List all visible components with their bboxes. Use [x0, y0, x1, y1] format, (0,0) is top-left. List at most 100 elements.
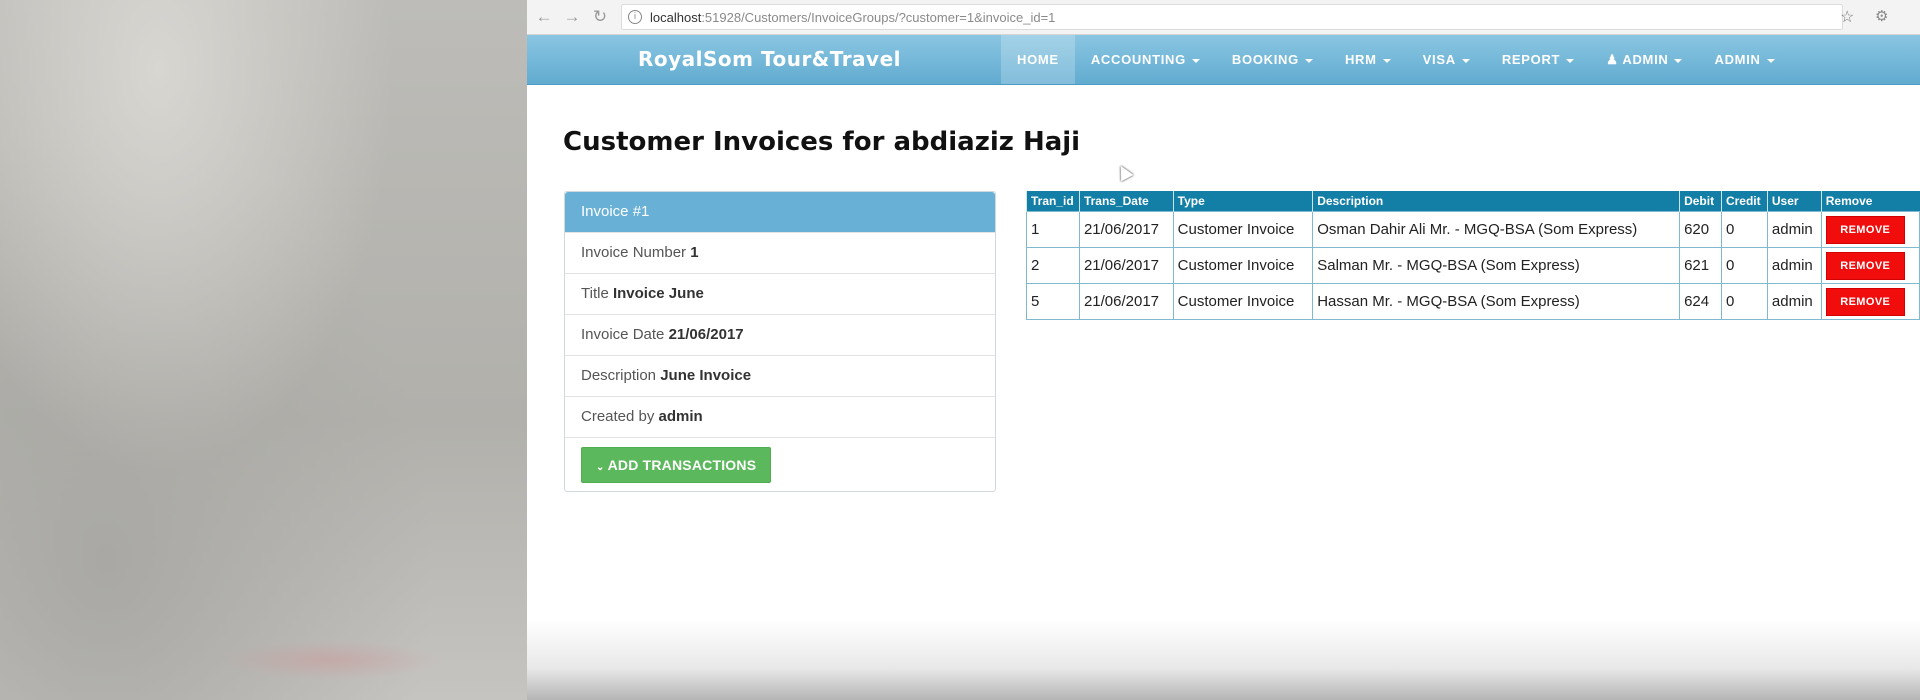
cell-user: admin — [1766, 247, 1822, 284]
nav-label: REPORT — [1501, 52, 1561, 67]
nav-item-admin-user[interactable]: ♟ ADMIN — [1590, 35, 1698, 84]
caret-down-icon — [1304, 58, 1313, 63]
page-title: Customer Invoices for abdiaziz Haji — [563, 127, 1081, 157]
user-icon: ♟ — [1606, 52, 1623, 67]
desktop-background — [0, 0, 527, 700]
cell-credit: 0 — [1720, 211, 1768, 248]
cell-credit: 0 — [1720, 283, 1768, 320]
invoice-panel: Invoice #1 Invoice Number 1 Title Invoic… — [564, 191, 996, 492]
nav-item-visa[interactable]: VISA — [1407, 35, 1486, 84]
brand-logo[interactable]: RoyalSom Tour&Travel — [638, 35, 901, 84]
col-header-trans-date[interactable]: Trans_Date — [1078, 191, 1174, 212]
extension-icon[interactable]: ⚙ — [1875, 7, 1888, 25]
cell-type: Customer Invoice — [1172, 283, 1314, 320]
cell-remove: REMOVE — [1820, 283, 1920, 320]
nav-menu: HOME ACCOUNTING BOOKING HRM VISA REPORT … — [1001, 35, 1791, 84]
row-label: Description — [581, 367, 657, 384]
nav-item-hrm[interactable]: HRM — [1329, 35, 1407, 84]
invoice-number-row: Invoice Number 1 — [565, 232, 995, 273]
cell-date: 21/06/2017 — [1078, 247, 1174, 284]
bookmark-star-icon[interactable]: ☆ — [1840, 7, 1854, 27]
forward-arrow-icon[interactable]: → — [561, 6, 583, 28]
row-label: Title — [581, 285, 609, 302]
chevron-down-icon: ⌄ — [596, 462, 605, 473]
col-header-tran-id[interactable]: Tran_id — [1026, 191, 1080, 212]
back-arrow-icon[interactable]: ← — [533, 6, 555, 28]
remove-button[interactable]: REMOVE — [1825, 251, 1905, 280]
reload-icon[interactable]: ↻ — [589, 6, 611, 28]
cell-date: 21/06/2017 — [1078, 283, 1174, 320]
invoice-created-by-row: Created by admin — [565, 396, 995, 437]
row-value: 21/06/2017 — [668, 326, 744, 343]
cell-user: admin — [1766, 283, 1822, 320]
nav-item-home[interactable]: HOME — [1001, 35, 1075, 84]
row-label: Created by — [581, 408, 655, 425]
cell-debit: 624 — [1679, 283, 1722, 320]
cell-debit: 620 — [1679, 211, 1722, 248]
remove-button[interactable]: REMOVE — [1825, 215, 1905, 244]
table-header-row: Tran_id Trans_Date Type Description Debi… — [1026, 191, 1920, 212]
table-row: 5 21/06/2017 Customer Invoice Hassan Mr.… — [1026, 283, 1920, 320]
cell-credit: 0 — [1720, 247, 1768, 284]
row-value: 1 — [690, 244, 699, 261]
col-header-credit[interactable]: Credit — [1720, 191, 1768, 212]
url-path: :51928/Customers/InvoiceGroups/?customer… — [701, 9, 1056, 25]
nav-label: ADMIN — [1622, 52, 1669, 67]
top-navbar: RoyalSom Tour&Travel HOME ACCOUNTING BOO… — [527, 35, 1920, 85]
nav-item-admin[interactable]: ADMIN — [1698, 35, 1790, 84]
invoice-panel-footer: ⌄ ADD TRANSACTIONS — [565, 437, 995, 491]
invoice-panel-heading: Invoice #1 — [565, 192, 995, 232]
cell-description: Hassan Mr. - MGQ-BSA (Som Express) — [1312, 283, 1681, 320]
add-transactions-label: ADD TRANSACTIONS — [607, 457, 757, 473]
cell-type: Customer Invoice — [1172, 247, 1314, 284]
transactions-table: Tran_id Trans_Date Type Description Debi… — [1026, 191, 1920, 320]
col-header-remove: Remove — [1820, 191, 1920, 212]
table-row: 1 21/06/2017 Customer Invoice Osman Dahi… — [1026, 211, 1920, 248]
cell-user: admin — [1766, 211, 1822, 248]
col-header-type[interactable]: Type — [1172, 191, 1313, 212]
remove-button[interactable]: REMOVE — [1825, 287, 1905, 316]
cell-tran-id: 2 — [1026, 247, 1080, 284]
cell-remove: REMOVE — [1820, 247, 1920, 284]
col-header-user[interactable]: User — [1766, 191, 1822, 212]
row-value: admin — [658, 408, 703, 425]
cell-date: 21/06/2017 — [1078, 211, 1174, 248]
row-label: Invoice Number — [581, 244, 687, 261]
nav-label: ADMIN — [1714, 52, 1761, 67]
nav-item-accounting[interactable]: ACCOUNTING — [1075, 35, 1216, 84]
url-input[interactable]: i localhost:51928/Customers/InvoiceGroup… — [621, 4, 1843, 30]
browser-window: ← → ↻ i localhost:51928/Customers/Invoic… — [527, 0, 1920, 700]
invoice-description-row: Description June Invoice — [565, 355, 995, 396]
invoice-title-row: Title Invoice June — [565, 273, 995, 314]
address-bar: ← → ↻ i localhost:51928/Customers/Invoic… — [527, 0, 1920, 35]
cell-type: Customer Invoice — [1172, 211, 1314, 248]
nav-item-booking[interactable]: BOOKING — [1216, 35, 1329, 84]
bottom-blur-overlay — [527, 620, 1920, 700]
cell-remove: REMOVE — [1820, 211, 1920, 248]
caret-down-icon — [1766, 58, 1775, 63]
nav-label: HOME — [1017, 52, 1059, 67]
invoice-date-row: Invoice Date 21/06/2017 — [565, 314, 995, 355]
nav-label: HRM — [1344, 52, 1377, 67]
caret-down-icon — [1674, 58, 1683, 63]
cell-description: Osman Dahir Ali Mr. - MGQ-BSA (Som Expre… — [1312, 211, 1681, 248]
cell-tran-id: 5 — [1026, 283, 1080, 320]
cell-tran-id: 1 — [1026, 211, 1080, 248]
info-icon[interactable]: i — [628, 10, 642, 24]
url-host: localhost — [650, 9, 702, 25]
row-label: Invoice Date — [581, 326, 665, 343]
col-header-debit[interactable]: Debit — [1679, 191, 1722, 212]
nav-label: BOOKING — [1231, 52, 1299, 67]
caret-down-icon — [1191, 58, 1200, 63]
nav-item-report[interactable]: REPORT — [1486, 35, 1590, 84]
col-header-description[interactable]: Description — [1312, 191, 1680, 212]
background-blur-spot — [220, 640, 440, 680]
nav-label: ACCOUNTING — [1090, 52, 1186, 67]
add-transactions-button[interactable]: ⌄ ADD TRANSACTIONS — [581, 447, 772, 483]
cell-debit: 621 — [1679, 247, 1722, 284]
caret-down-icon — [1566, 58, 1575, 63]
cell-description: Salman Mr. - MGQ-BSA (Som Express) — [1312, 247, 1681, 284]
row-value: June Invoice — [660, 367, 752, 384]
caret-down-icon — [1461, 58, 1470, 63]
row-value: Invoice June — [612, 285, 704, 302]
